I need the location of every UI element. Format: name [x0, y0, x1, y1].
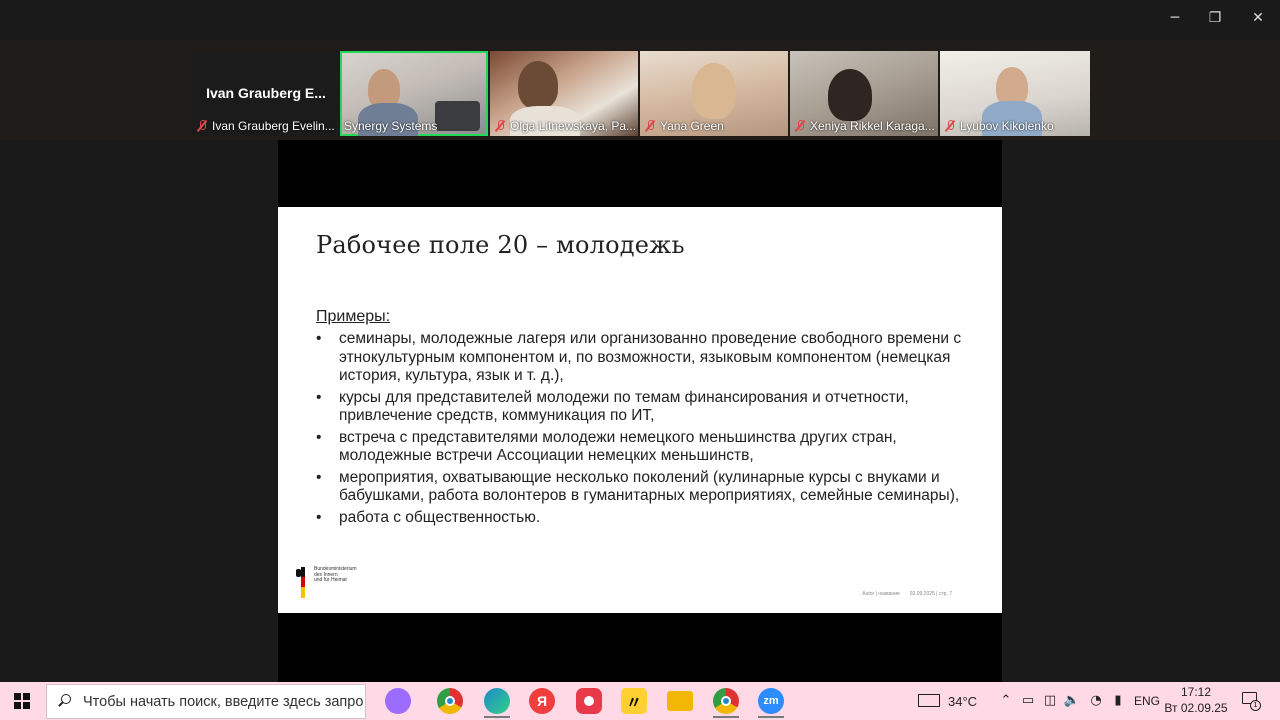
title-bar [0, 0, 1280, 36]
laptop-in-video [435, 101, 480, 131]
yandex-browser-icon[interactable]: Я [529, 688, 555, 714]
participant-tile[interactable]: Ivan Grauberg E... Ivan Grauberg Evelin.… [192, 51, 340, 136]
edge-icon[interactable] [484, 688, 510, 714]
participant-name: Yana Green [660, 119, 724, 133]
miro-icon[interactable]: 〃 [621, 688, 647, 714]
chrome-icon[interactable] [437, 688, 463, 714]
zoom-icon[interactable]: zm [758, 688, 784, 714]
running-indicator [484, 716, 510, 718]
slide-bullet: семинары, молодежные лагеря или организо… [316, 330, 976, 386]
participant-name: Synergy Systems [344, 119, 438, 133]
yandex-music-icon[interactable] [576, 688, 602, 714]
footer-date-page: 02.09.2025 | стр. 7 [909, 591, 952, 597]
participant-name: Lyubov Kikolenko [960, 119, 1054, 133]
mic-muted-icon [196, 120, 208, 132]
participant-label: Lyubov Kikolenko [944, 119, 1054, 133]
footer-author: Autor | название [862, 591, 900, 597]
running-indicator [713, 716, 739, 718]
participant-video-face [692, 63, 736, 119]
file-explorer-icon[interactable] [667, 691, 693, 711]
chrome-profile-icon[interactable] [713, 688, 739, 714]
participant-label: Ivan Grauberg Evelin... [196, 119, 335, 133]
logo-text: und für Heimat [314, 577, 347, 583]
security-icon[interactable]: ◫ [1042, 692, 1058, 708]
participant-video-face [828, 69, 872, 121]
wifi-icon[interactable]: ◔ [1088, 692, 1104, 708]
weather-icon[interactable] [918, 694, 940, 707]
mic-muted-icon [794, 120, 806, 132]
restore-button[interactable]: ❐ [1201, 6, 1229, 30]
search-icon [57, 694, 71, 708]
slide-title: Рабочее поле 20 – молодежь [316, 231, 685, 259]
participant-label: Synergy Systems [344, 119, 437, 133]
running-indicator [758, 716, 784, 718]
slide-footer: Autor | название 02.09.2025 | стр. 7 [862, 591, 952, 597]
close-button[interactable]: ✕ [1244, 6, 1272, 30]
mic-muted-icon [644, 120, 656, 132]
slide-bullet: курсы для представителей молодежи по тем… [316, 389, 976, 426]
participant-tile[interactable]: Olga Litnewskaya, Pa... [490, 51, 638, 136]
participant-tile[interactable]: Xeniya Rikkel Karaga... [790, 51, 938, 136]
slide-bullet: встреча с представителями молодежи немец… [316, 429, 976, 466]
participant-name: Xeniya Rikkel Karaga... [810, 119, 935, 133]
federal-eagle-icon [296, 567, 310, 599]
mic-muted-icon [944, 120, 956, 132]
chevron-up-icon[interactable]: ⌃ [998, 692, 1014, 708]
participant-name: Olga Litnewskaya, Pa... [510, 119, 637, 133]
notification-count-badge: 1 [1250, 700, 1261, 711]
participant-tile-active-speaker[interactable]: Synergy Systems [340, 51, 488, 136]
taskbar-clock[interactable]: 17:12 Вт 02.09.25 [1162, 684, 1230, 716]
windows-start-icon[interactable] [14, 693, 30, 709]
participant-tile[interactable]: Lyubov Kikolenko [940, 51, 1090, 136]
minimize-button[interactable]: ─ [1161, 6, 1189, 30]
slide-section-label: Примеры: [316, 308, 391, 325]
search-input[interactable] [83, 685, 363, 718]
copilot-icon[interactable] [385, 688, 411, 714]
participant-tile[interactable]: Yana Green [640, 51, 788, 136]
participant-video-face [518, 61, 558, 109]
participant-label: Olga Litnewskaya, Pa... [494, 119, 636, 133]
mic-muted-icon [494, 120, 506, 132]
participant-label: Xeniya Rikkel Karaga... [794, 119, 935, 133]
notification-center-icon[interactable]: 1 [1240, 690, 1261, 711]
ministry-logo: Bundesministerium des Innern und für Hei… [296, 566, 374, 599]
clock-time: 17:12 [1180, 685, 1212, 699]
slide-bullet-list: семинары, молодежные лагеря или организо… [316, 330, 976, 530]
clock-date: Вт 02.09.25 [1164, 701, 1228, 715]
slide-bullet: работа с общественностью. [316, 509, 976, 528]
participant-label: Yana Green [644, 119, 724, 133]
presentation-slide: Рабочее поле 20 – молодежь Примеры: семи… [278, 207, 1002, 613]
participant-display-name: Ivan Grauberg E... [206, 85, 326, 101]
volume-icon[interactable]: 🔈 [1064, 692, 1080, 708]
battery-icon[interactable]: ▭ [1020, 692, 1036, 708]
taskbar-search-box[interactable] [46, 684, 366, 719]
language-indicator[interactable]: ENG [1134, 682, 1160, 720]
weather-temperature[interactable]: 34°C [948, 682, 977, 720]
slide-bullet: мероприятия, охватывающие несколько поко… [316, 469, 976, 506]
microphone-icon[interactable]: ▮ [1110, 692, 1126, 708]
participant-name: Ivan Grauberg Evelin... [212, 119, 335, 133]
